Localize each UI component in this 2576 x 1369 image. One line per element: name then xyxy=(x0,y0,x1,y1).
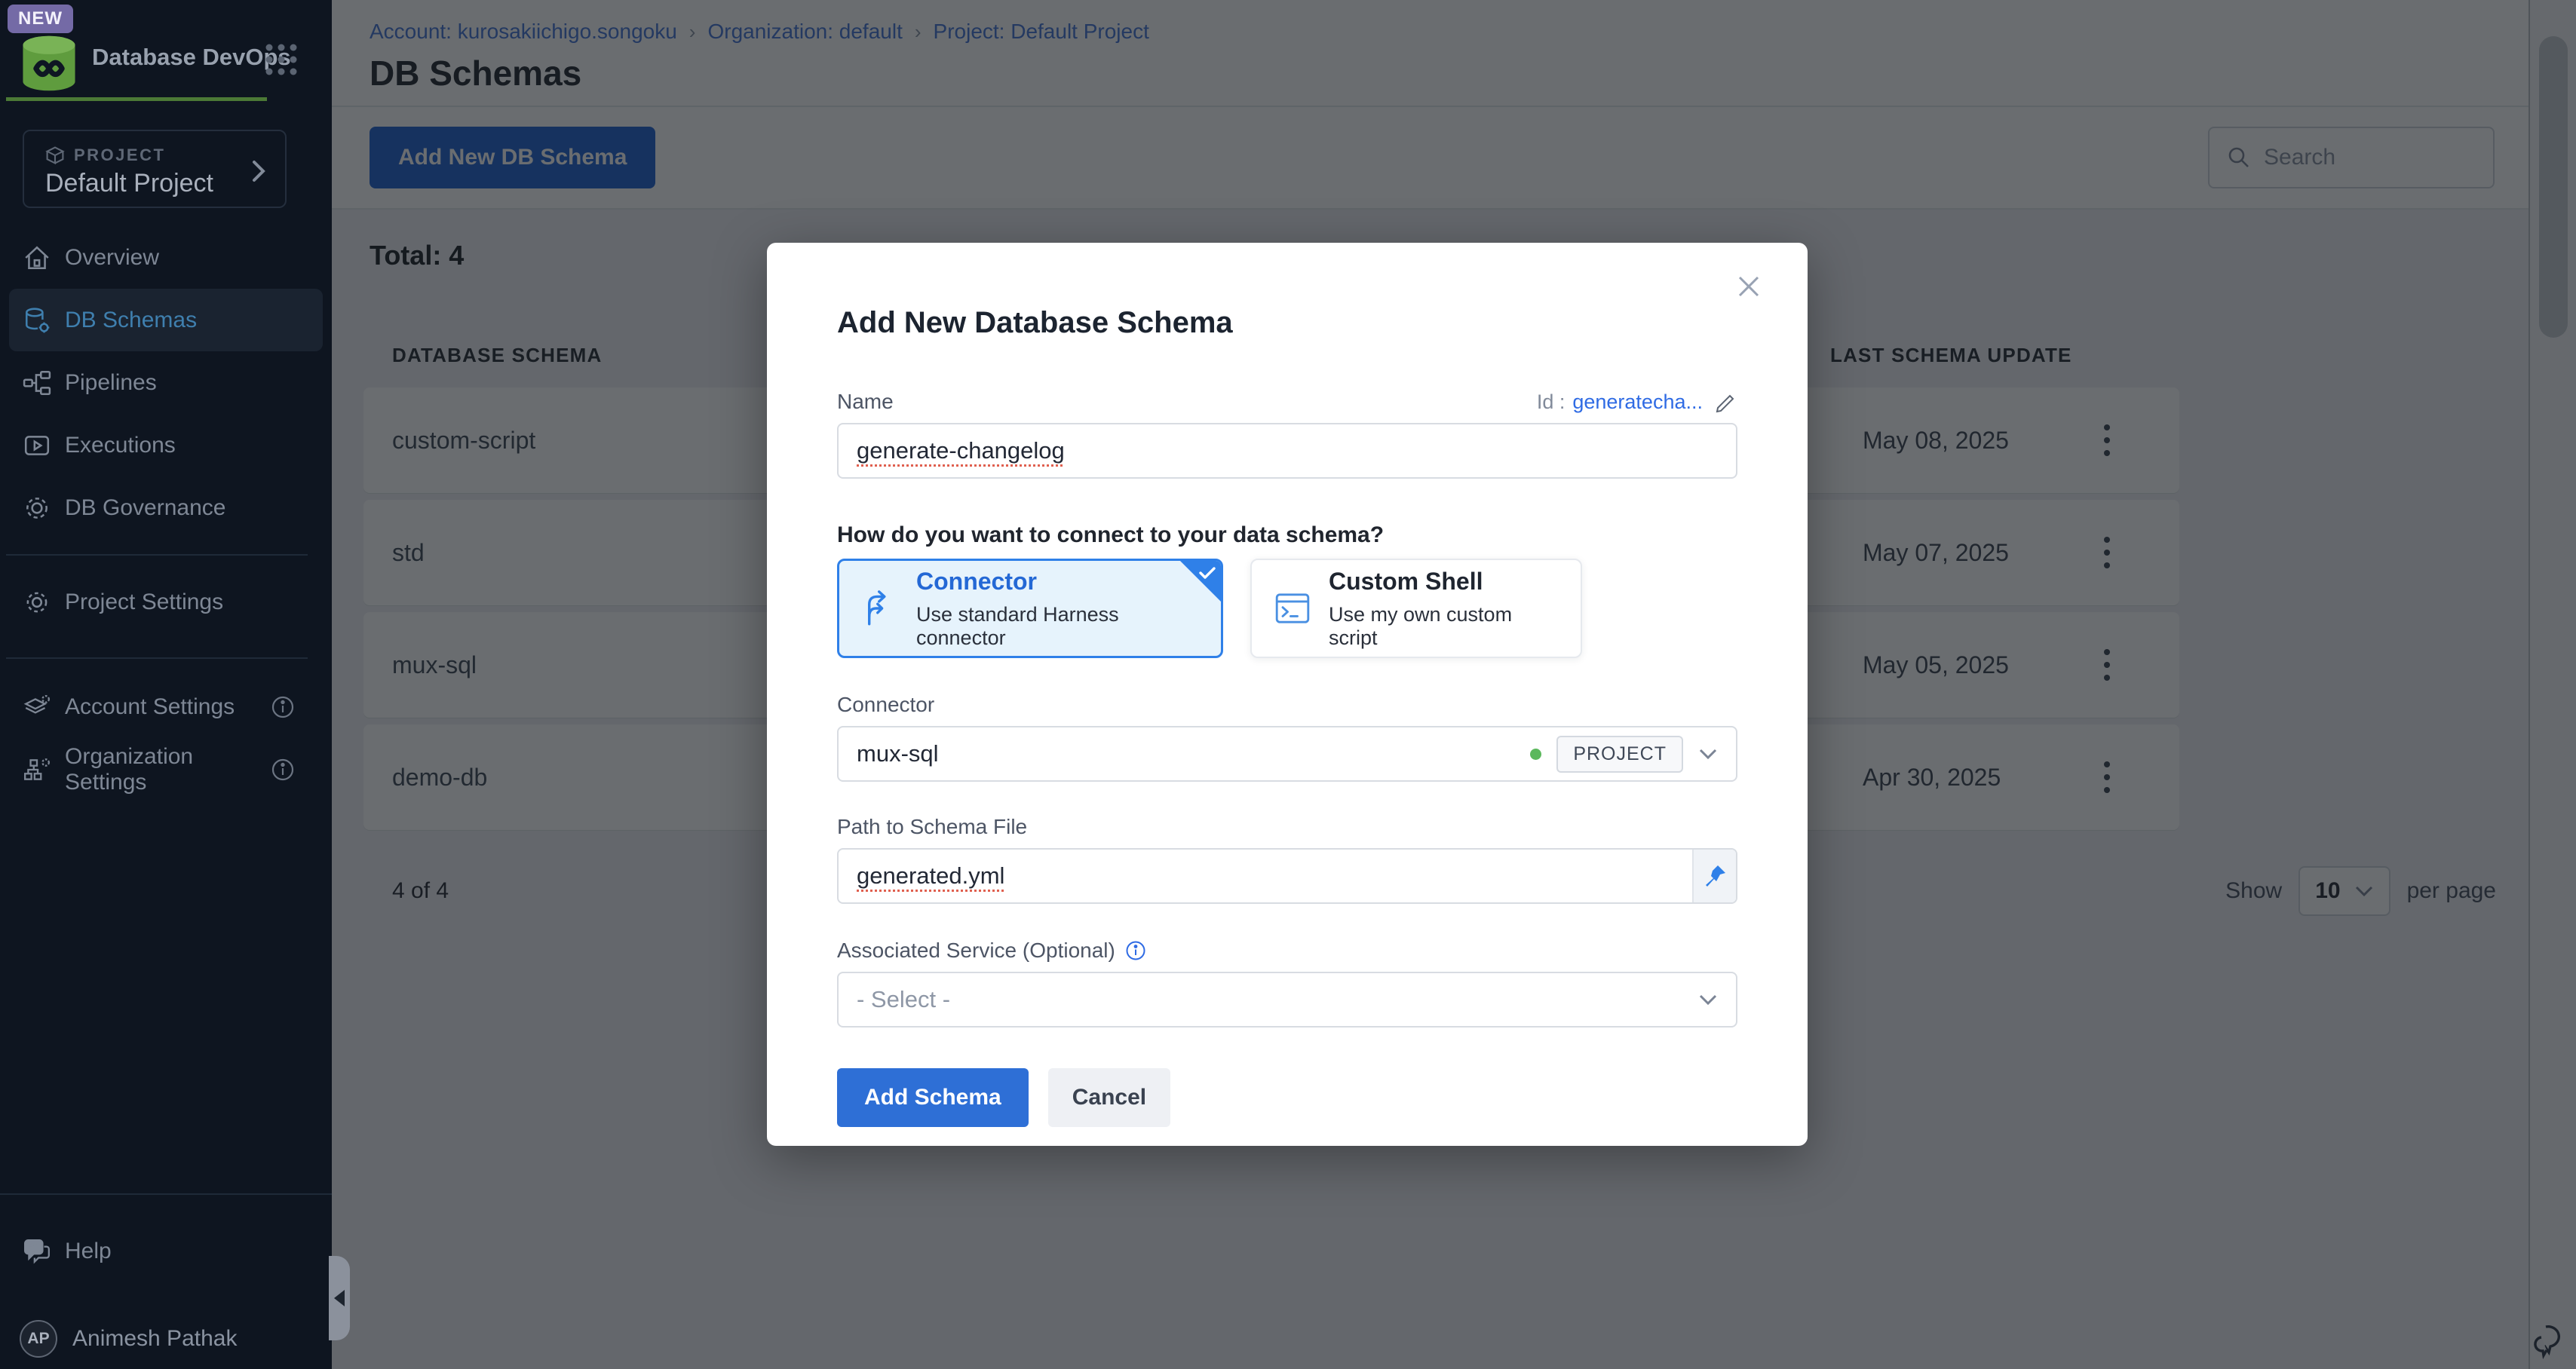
option-card-connector[interactable]: Connector Use standard Harness connector xyxy=(837,559,1223,658)
name-field[interactable]: generate-changelog xyxy=(837,423,1737,479)
cube-icon xyxy=(45,145,65,166)
new-badge: NEW xyxy=(8,5,73,33)
sidebar-item-label: Executions xyxy=(65,433,176,458)
service-select-value: - Select - xyxy=(857,986,950,1013)
org-hierarchy-icon xyxy=(23,755,51,784)
pencil-icon[interactable] xyxy=(1715,391,1737,414)
scope-status-dot xyxy=(1530,749,1541,760)
settings-gear-icon xyxy=(23,588,51,617)
path-label: Path to Schema File xyxy=(837,815,1737,839)
sidebar-item-label: Pipelines xyxy=(65,370,157,396)
sidebar-item-project-settings[interactable]: Project Settings xyxy=(0,571,332,633)
service-select[interactable]: - Select - xyxy=(837,972,1737,1028)
check-icon xyxy=(1199,566,1216,580)
info-icon[interactable] xyxy=(1124,939,1147,962)
sidebar-logo-row: NEW Database DevOps xyxy=(0,0,332,100)
help-chat-icon: ? xyxy=(23,1237,51,1266)
app-title: Database DevOps xyxy=(92,44,291,71)
sidebar-item-db-schemas[interactable]: DB Schemas xyxy=(9,289,323,351)
user-name: Animesh Pathak xyxy=(72,1326,237,1352)
project-selector-label: PROJECT xyxy=(74,145,165,165)
option-card-custom-shell[interactable]: Custom Shell Use my own custom script xyxy=(1250,559,1582,658)
scope-badge: PROJECT xyxy=(1556,736,1683,773)
chevron-down-icon xyxy=(1698,748,1718,760)
chevron-right-icon xyxy=(249,158,268,184)
connector-label: Connector xyxy=(837,693,1737,717)
sidebar-item-organization-settings[interactable]: Organization Settings xyxy=(0,738,332,801)
sidebar-divider xyxy=(0,1193,332,1195)
svg-text:?: ? xyxy=(31,1241,37,1252)
sidebar-item-pipelines[interactable]: Pipelines xyxy=(0,351,332,414)
path-field-value: generated.yml xyxy=(857,862,1004,890)
close-icon[interactable] xyxy=(1732,270,1765,303)
connect-question: How do you want to connect to your data … xyxy=(837,522,1737,548)
sidebar-item-label: Account Settings xyxy=(65,694,235,720)
user-menu[interactable]: AP Animesh Pathak xyxy=(0,1309,332,1369)
connector-select[interactable]: mux-sql PROJECT xyxy=(837,726,1737,782)
pipelines-icon xyxy=(23,369,51,397)
sidebar-item-executions[interactable]: Executions xyxy=(0,414,332,476)
info-icon[interactable] xyxy=(270,694,296,720)
id-value-link[interactable]: generatecha... xyxy=(1572,390,1703,414)
project-selector[interactable]: PROJECT Default Project xyxy=(23,130,287,208)
option-subtitle: Use my own custom script xyxy=(1329,603,1559,650)
sidebar-item-help[interactable]: ? Help xyxy=(0,1220,332,1282)
collapse-arrow-icon xyxy=(334,1290,345,1306)
sidebar-item-label: DB Schemas xyxy=(65,308,197,333)
sidebar-item-account-settings[interactable]: Account Settings xyxy=(0,675,332,738)
connector-value: mux-sql xyxy=(857,740,939,767)
modal-title: Add New Database Schema xyxy=(837,306,1737,340)
service-label: Associated Service (Optional) xyxy=(837,939,1115,963)
path-field[interactable]: generated.yml xyxy=(837,848,1737,904)
cancel-button[interactable]: Cancel xyxy=(1048,1068,1170,1127)
sidebar-item-label: Project Settings xyxy=(65,590,223,615)
sidebar-item-overview[interactable]: Overview xyxy=(0,226,332,289)
info-icon[interactable] xyxy=(270,757,296,783)
sidebar-divider xyxy=(6,657,308,659)
sidebar-collapse-handle[interactable] xyxy=(329,1256,350,1340)
sidebar: NEW Database DevOps xyxy=(0,0,332,1369)
avatar: AP xyxy=(20,1320,57,1358)
option-title: Custom Shell xyxy=(1329,568,1559,596)
pin-icon xyxy=(1702,863,1728,889)
sidebar-divider xyxy=(6,554,308,556)
sidebar-item-label: DB Governance xyxy=(65,495,225,521)
home-icon xyxy=(23,243,51,272)
executions-icon xyxy=(23,431,51,460)
account-layers-icon xyxy=(23,693,51,721)
add-schema-modal: Add New Database Schema Name Id : genera… xyxy=(767,243,1808,1146)
db-schema-icon xyxy=(23,306,51,335)
chevron-down-icon xyxy=(1698,994,1718,1006)
terminal-icon xyxy=(1273,589,1312,628)
name-field-value: generate-changelog xyxy=(857,437,1065,464)
db-devops-logo[interactable] xyxy=(15,35,83,92)
sidebar-item-label: Organization Settings xyxy=(65,744,270,795)
project-selector-name: Default Project xyxy=(45,169,213,198)
sidebar-item-label: Overview xyxy=(65,245,159,271)
app-root: Account: kurosakiichigo.songoku › Organi… xyxy=(0,0,2576,1369)
add-schema-button[interactable]: Add Schema xyxy=(837,1068,1029,1127)
id-prefix: Id : xyxy=(1537,390,1566,414)
sidebar-green-divider xyxy=(6,97,267,101)
option-subtitle: Use standard Harness connector xyxy=(916,603,1200,650)
branch-arrows-icon xyxy=(860,589,900,628)
option-title: Connector xyxy=(916,568,1200,596)
connection-options: Connector Use standard Harness connector xyxy=(837,559,1737,658)
module-grid-icon[interactable] xyxy=(264,42,299,77)
sidebar-item-label: Help xyxy=(65,1239,112,1264)
sidebar-item-db-governance[interactable]: DB Governance xyxy=(0,476,332,539)
name-label: Name xyxy=(837,390,894,414)
sidebar-nav: Overview DB Schemas xyxy=(0,226,332,539)
pin-button[interactable] xyxy=(1692,850,1736,902)
governance-gear-icon xyxy=(23,494,51,522)
